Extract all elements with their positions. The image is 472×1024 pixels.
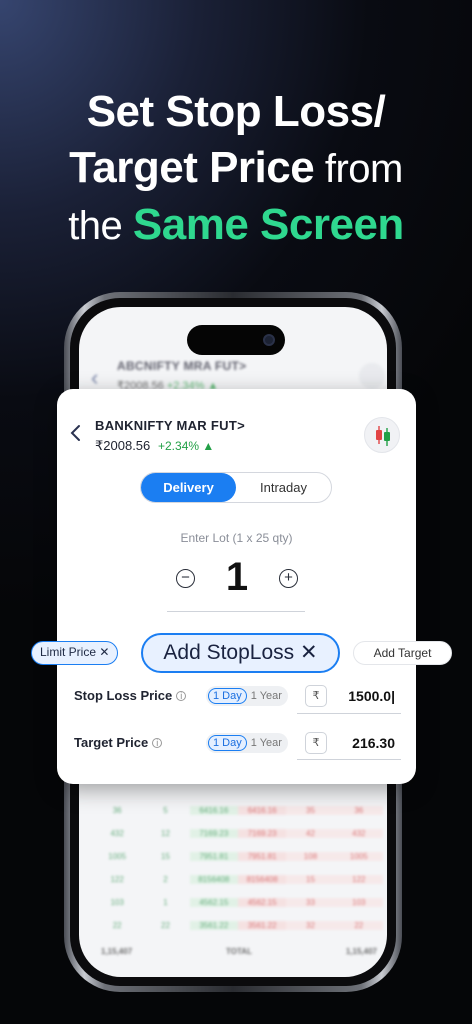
footer-total: TOTAL (226, 947, 252, 956)
table-cell: 36 (112, 806, 122, 815)
lot-label: Enter Lot (1 x 25 qty) (180, 531, 293, 545)
add-target-chip[interactable]: Add Target (353, 641, 452, 665)
add-stoploss-chip[interactable]: Add StopLoss ✕ (141, 633, 340, 673)
table-cell: 103 (110, 898, 124, 907)
target-1year[interactable]: 1 Year (251, 737, 282, 749)
chart-button[interactable] (364, 417, 400, 453)
table-cell: 8156408 (189, 875, 238, 884)
background-instrument: ABCNIFTY MRA FUT> (117, 359, 247, 373)
table-cell: 5 (163, 806, 168, 815)
stop-loss-1day[interactable]: 1 Day (208, 688, 247, 704)
camera-icon (263, 334, 275, 346)
table-row: 22 22 3561.22 3561.22 32 22 (93, 914, 383, 937)
table-cell: 12 (161, 829, 170, 838)
stop-loss-input[interactable]: 1500.0| (315, 688, 395, 704)
headline: Set Stop Loss/ Target Price from the Sam… (0, 84, 472, 254)
table-cell: 7169.23 (237, 829, 287, 838)
table-row: 36 5 6416.16 6416.16 35 36 (93, 799, 383, 822)
headline-line2-light: from (314, 147, 404, 191)
headline-line3-light: the (68, 204, 133, 248)
table-cell: 6416.16 (189, 806, 238, 815)
instrument-name[interactable]: BANKNIFTY MAR FUT> (95, 418, 245, 433)
table-cell: 22 (334, 921, 383, 930)
table-cell: 122 (334, 875, 383, 884)
lot-quantity-input[interactable]: 1 (207, 555, 267, 600)
stop-loss-1year[interactable]: 1 Year (251, 690, 282, 702)
info-icon[interactable]: i (152, 738, 163, 748)
headline-line1: Set Stop Loss/ (86, 87, 386, 136)
table-cell: 3561.22 (237, 921, 287, 930)
tab-delivery[interactable]: Delivery (141, 473, 236, 502)
table-cell: 7951.81 (237, 852, 287, 861)
table-row: 1005 15 7951.81 7951.81 108 1005 (93, 845, 383, 868)
table-cell: 15 (286, 875, 335, 884)
table-cell: 122 (110, 875, 124, 884)
table-row: 122 2 8156408 8156408 15 122 (93, 868, 383, 891)
instrument-change: +2.34% ▲ (158, 439, 215, 453)
table-cell: 2 (163, 875, 168, 884)
back-arrow-icon[interactable] (69, 423, 83, 443)
table-cell: 4562.15 (189, 898, 238, 907)
table-cell: 1005 (108, 852, 127, 861)
product-type-toggle: Delivery Intraday (140, 472, 332, 503)
table-footer: 1,15,407 TOTAL 1,15,407 (101, 947, 377, 956)
footer-left: 1,15,407 (101, 947, 133, 956)
table-cell: 1 (163, 898, 168, 907)
headline-line2-bold: Target Price (69, 143, 315, 192)
target-price-input[interactable]: 216.30 (315, 735, 395, 751)
back-icon: ‹ (91, 365, 99, 390)
lot-divider (167, 611, 305, 612)
table-cell: 22 (161, 921, 170, 930)
table-cell: 1005 (334, 852, 383, 861)
decrement-lot-button[interactable]: − (176, 569, 195, 588)
increment-lot-button[interactable]: + (279, 569, 298, 588)
stop-loss-label: Stop Loss Price i (74, 688, 187, 703)
instrument-price: ₹2008.56 (95, 438, 151, 453)
footer-right: 1,15,407 (345, 947, 377, 956)
tab-intraday[interactable]: Intraday (236, 473, 331, 502)
headline-line3-green: Same Screen (132, 200, 404, 249)
table-cell: 35 (286, 806, 335, 815)
table-cell: 7951.81 (189, 852, 238, 861)
dynamic-island (187, 325, 285, 355)
table-cell: 3561.22 (189, 921, 238, 930)
target-validity: 1 Day 1 Year (206, 733, 288, 753)
table-cell: 432 (334, 829, 383, 838)
stop-loss-validity: 1 Day 1 Year (206, 686, 288, 706)
table-cell: 15 (161, 852, 170, 861)
table-cell: 4562.15 (237, 898, 287, 907)
market-depth-table: 36 5 6416.16 6416.16 35 36 432 12 7169.23 7169.23… (93, 799, 383, 937)
target-price-label: Target Price i (74, 735, 163, 750)
limit-price-chip[interactable]: Limit Price ✕ (31, 641, 119, 665)
info-icon[interactable]: i (176, 691, 187, 701)
background-header: ‹ ABCNIFTY MRA FUT> ₹2008.56 +2.34% ▲ (87, 359, 387, 392)
table-cell: 42 (286, 829, 335, 838)
table-cell: 22 (112, 921, 122, 930)
table-row: 432 12 7169.23 7169.23 42 432 (93, 822, 383, 845)
target-1day[interactable]: 1 Day (208, 735, 247, 751)
table-cell: 108 (286, 852, 335, 861)
stop-loss-underline (297, 713, 401, 714)
table-cell: 432 (110, 829, 124, 838)
table-cell: 8156408 (237, 875, 287, 884)
candlestick-icon (359, 363, 385, 389)
table-cell: 33 (286, 898, 335, 907)
target-underline (297, 759, 401, 760)
table-cell: 6416.16 (237, 806, 287, 815)
table-cell: 7169.23 (189, 829, 238, 838)
table-row: 103 1 4562.15 4562.15 33 103 (93, 891, 383, 914)
table-cell: 32 (286, 921, 335, 930)
table-cell: 103 (334, 898, 383, 907)
table-cell: 36 (334, 806, 383, 815)
candlestick-icon (376, 426, 390, 446)
order-card: BANKNIFTY MAR FUT> ₹2008.56 +2.34% ▲ Del… (57, 389, 416, 784)
